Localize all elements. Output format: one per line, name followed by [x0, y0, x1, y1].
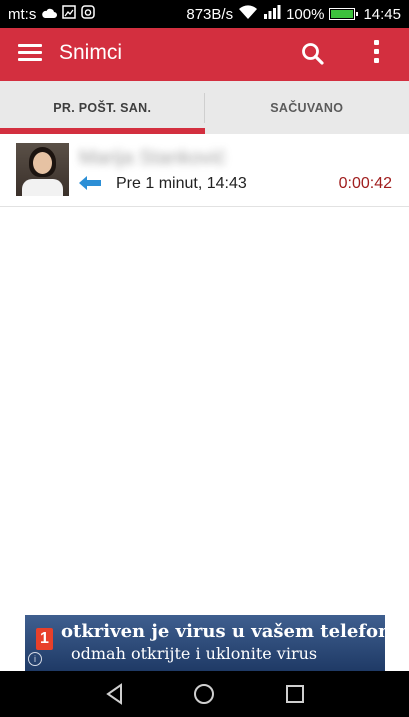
recording-duration: 0:00:42: [338, 175, 392, 192]
tab-divider: [204, 93, 205, 123]
contact-name: Marija Stanković: [79, 147, 226, 169]
image-notification-icon: [62, 5, 77, 23]
tab-saved-label: SAČUVANO: [270, 100, 344, 115]
recordings-list: Marija Stanković Pre 1 minut, 14:43 0:00…: [0, 134, 409, 207]
battery-percent: 100%: [286, 5, 325, 23]
hamburger-menu-icon[interactable]: [18, 44, 42, 62]
clock: 14:45: [363, 5, 401, 23]
incoming-arrow-icon: [79, 176, 101, 190]
recents-square-icon[interactable]: [284, 683, 306, 710]
back-triangle-icon[interactable]: [104, 683, 126, 710]
ad-badge: 1: [36, 628, 53, 650]
battery-icon: [329, 8, 359, 20]
instagram-icon: [81, 5, 96, 23]
signal-icon: [263, 5, 281, 23]
recording-time: Pre 1 minut, 14:43: [116, 175, 247, 192]
info-icon[interactable]: i: [28, 652, 42, 666]
recording-row[interactable]: Marija Stanković Pre 1 minut, 14:43 0:00…: [0, 134, 409, 207]
status-bar: mt:s 873B/s 100% 14:45: [0, 0, 409, 28]
tab-saved[interactable]: SAČUVANO: [205, 81, 409, 134]
wifi-icon: [238, 4, 258, 24]
ad-subline: odmah otkrijte i uklonite virus: [71, 644, 318, 663]
carrier-label: mt:s: [8, 5, 37, 23]
home-circle-icon[interactable]: [193, 683, 215, 710]
ad-headline: otkriven je virus u vašem telefonu?: [61, 621, 385, 642]
tab-recent-label: PR. POŠT. SAN.: [53, 100, 152, 115]
system-navigation-bar: [0, 671, 409, 717]
app-toolbar: Snimci: [0, 28, 409, 81]
more-vertical-icon[interactable]: [370, 40, 382, 70]
tab-recent[interactable]: PR. POŠT. SAN.: [0, 81, 205, 134]
battery-fill: [331, 10, 354, 18]
cloud-icon: [41, 6, 58, 23]
search-icon[interactable]: [300, 41, 326, 67]
network-speed: 873B/s: [186, 5, 234, 23]
contact-avatar: [16, 143, 69, 196]
page-title: Snimci: [59, 41, 123, 64]
ad-banner[interactable]: 1 i otkriven je virus u vašem telefonu? …: [25, 615, 385, 671]
